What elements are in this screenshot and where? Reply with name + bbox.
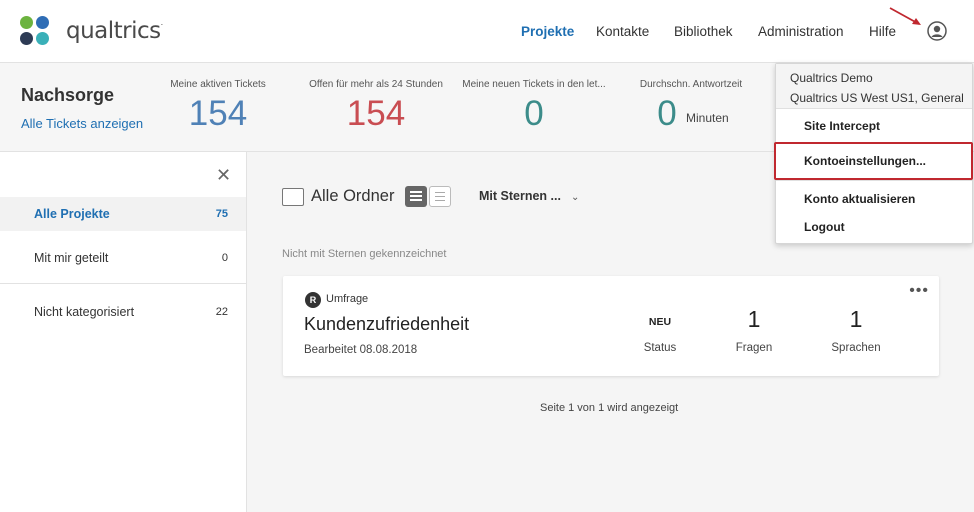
sort-dropdown[interactable]: Mit Sternen ... ⌄ [479, 189, 579, 203]
folder-selector[interactable]: Alle Ordner [311, 187, 394, 206]
project-edited-date: Bearbeitet 08.08.2018 [304, 344, 418, 356]
qualtrics-logo[interactable]: qualtrics. [20, 16, 163, 46]
sidebar-item-count: 22 [215, 306, 228, 318]
project-languages-value: 1 [849, 306, 863, 332]
chevron-down-icon: ⌄ [570, 192, 580, 203]
sidebar-item-shared[interactable]: Mit mir geteilt 0 [0, 241, 246, 275]
nav-administration[interactable]: Administration [758, 24, 844, 39]
sidebar-item-uncategorized[interactable]: Nicht kategorisiert 22 [0, 295, 246, 329]
logo-dots-icon [20, 16, 50, 46]
stat-label-new-tickets: Meine neuen Tickets in den let... [462, 79, 606, 90]
list-view-button[interactable] [405, 186, 427, 207]
menu-item-upgrade-account[interactable]: Konto aktualisieren [804, 192, 915, 206]
survey-type-icon: R [305, 292, 321, 308]
stat-unit-minutes: Minuten [686, 111, 729, 125]
project-status-label: Status [643, 342, 677, 354]
compact-view-button[interactable] [429, 186, 451, 207]
dropdown-divider [776, 180, 972, 181]
account-name: Qualtrics Demo [790, 71, 873, 85]
user-circle-icon[interactable] [927, 21, 947, 41]
project-sidebar: ✕ Alle Projekte 75 Mit mir geteilt 0 Nic… [0, 152, 247, 512]
menu-item-site-intercept[interactable]: Site Intercept [804, 119, 880, 133]
stat-value-active: 154 [188, 94, 248, 133]
top-header: qualtrics. Projekte Kontakte Bibliothek … [0, 0, 974, 63]
pagination-text: Seite 1 von 1 wird angezeigt [540, 402, 679, 414]
nav-bibliothek[interactable]: Bibliothek [674, 24, 733, 39]
project-status-value: NEU [648, 316, 672, 328]
folder-icon[interactable] [282, 188, 304, 206]
sidebar-item-label: Nicht kategorisiert [34, 305, 135, 319]
project-questions-value: 1 [747, 306, 761, 332]
stat-value-new-tickets: 0 [524, 94, 544, 133]
project-menu-icon[interactable]: ••• [909, 282, 929, 300]
project-questions-label: Fragen [735, 342, 773, 354]
annotation-arrow-icon [889, 7, 921, 25]
section-label: Nicht mit Sternen gekennzeichnet [282, 248, 447, 260]
stat-label-open-24h: Offen für mehr als 24 Stunden [309, 79, 443, 90]
nav-kontakte[interactable]: Kontakte [596, 24, 649, 39]
project-type: Umfrage [326, 293, 369, 305]
close-sidebar-icon[interactable]: ✕ [216, 165, 231, 186]
stat-value-open-24h: 154 [346, 94, 406, 133]
nav-projekte[interactable]: Projekte [521, 24, 574, 39]
view-all-tickets-link[interactable]: Alle Tickets anzeigen [21, 116, 143, 131]
project-title[interactable]: Kundenzufriedenheit [304, 314, 469, 335]
sidebar-item-label: Mit mir geteilt [34, 251, 109, 265]
menu-item-logout[interactable]: Logout [804, 220, 845, 234]
sidebar-item-all-projects[interactable]: Alle Projekte 75 [0, 197, 246, 231]
stat-label-active: Meine aktiven Tickets [170, 79, 266, 90]
sidebar-item-label: Alle Projekte [34, 207, 110, 221]
stat-value-avg-response: 0 [657, 94, 677, 133]
account-info: Qualtrics Demo Qualtrics US West US1, Ge… [776, 64, 972, 109]
account-dropdown: Qualtrics Demo Qualtrics US West US1, Ge… [774, 63, 973, 244]
logo-text: qualtrics. [66, 18, 163, 44]
stats-title: Nachsorge [21, 85, 115, 105]
project-languages-label: Sprachen [831, 342, 881, 354]
highlight-box [774, 142, 973, 180]
project-card[interactable]: R Umfrage Kundenzufriedenheit Bearbeitet… [283, 276, 939, 376]
sidebar-item-count: 0 [221, 252, 228, 264]
sidebar-item-count: 75 [215, 208, 228, 220]
sidebar-divider [0, 283, 246, 284]
stat-label-avg-response: Durchschn. Antwortzeit [639, 79, 743, 90]
account-organization: Qualtrics US West US1, General [790, 91, 964, 105]
